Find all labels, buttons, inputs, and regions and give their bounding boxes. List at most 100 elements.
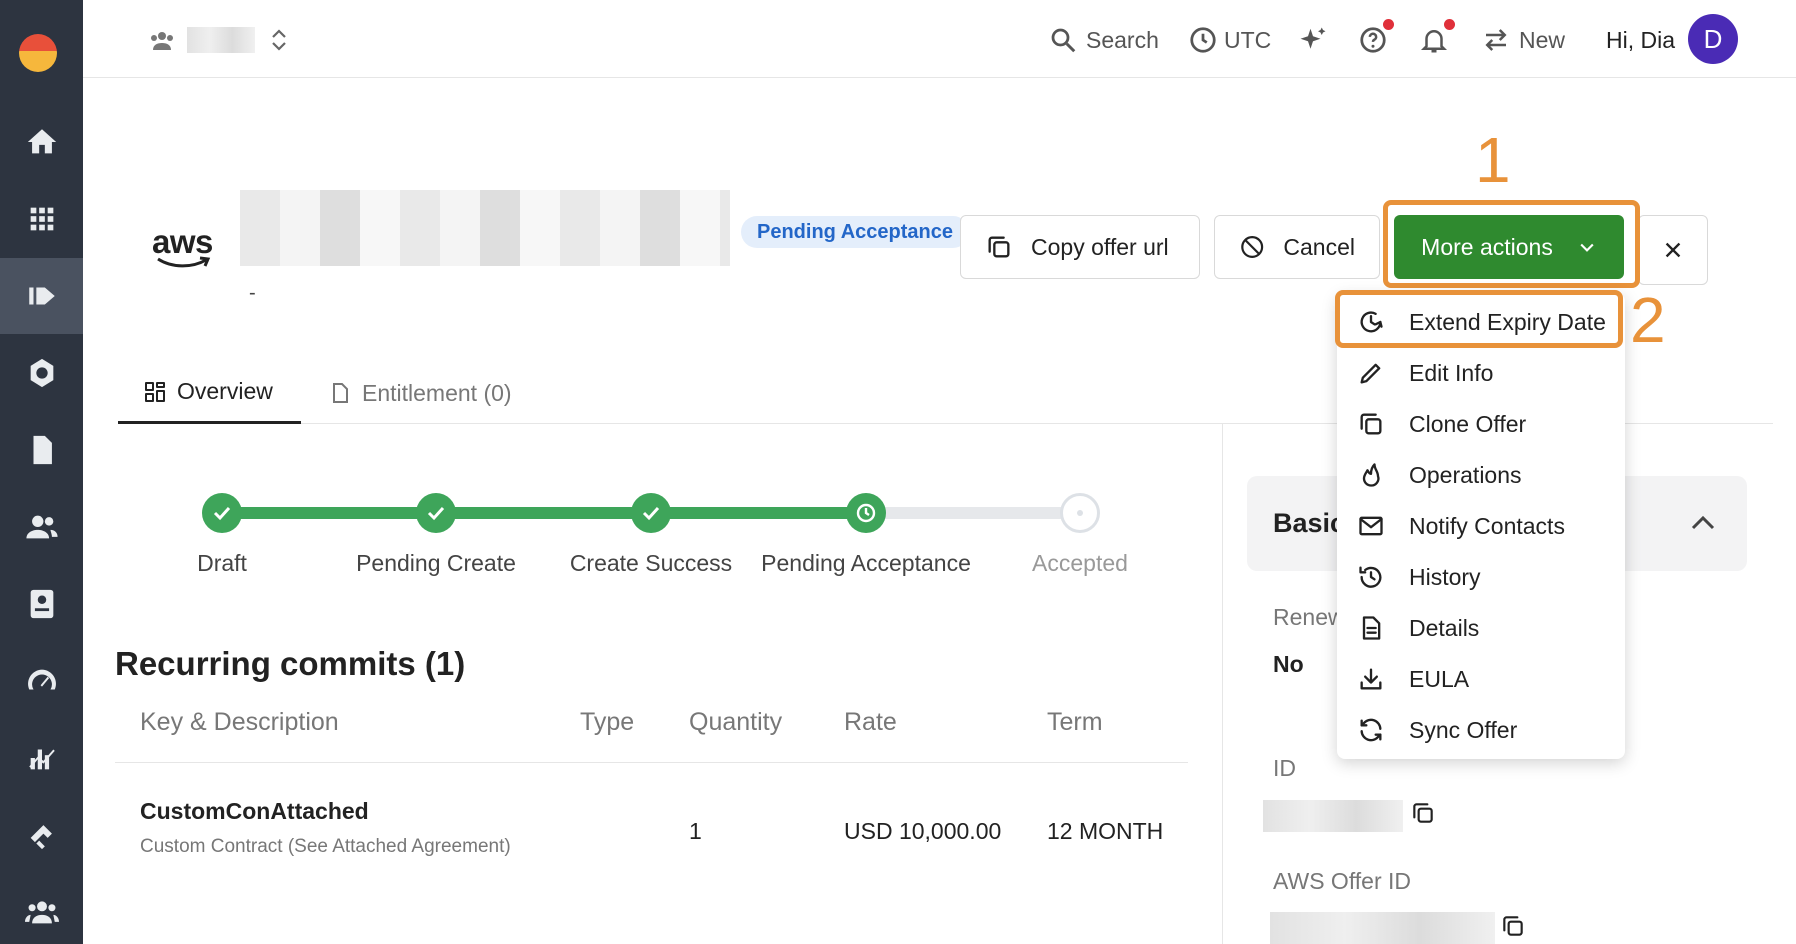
panel-divider (1222, 424, 1223, 944)
bell-icon (1420, 30, 1448, 53)
settings-icon[interactable] (0, 335, 83, 411)
copy-icon (1360, 413, 1382, 435)
new-button[interactable]: New (1481, 22, 1565, 58)
aws-offer-id-redacted (1270, 912, 1495, 944)
switch-arrows-icon (1485, 29, 1507, 51)
new-label: New (1519, 26, 1566, 53)
copy-id-icon[interactable] (1410, 800, 1436, 826)
menu-item-label: Sync Offer (1409, 716, 1518, 743)
annotation-box-2 (1335, 290, 1623, 348)
column-header: Key & Description (140, 708, 339, 736)
team-icon[interactable] (0, 874, 83, 944)
step-create-success (631, 493, 671, 533)
commit-term: 12 MONTH (1047, 818, 1164, 844)
id-value-redacted (1263, 800, 1403, 832)
tab-entitlement-label: Entitlement (0) (362, 379, 512, 406)
renew-value: No (1273, 651, 1304, 677)
copy-aws-offer-id-icon[interactable] (1500, 913, 1526, 939)
menu-item-details[interactable]: Details (1337, 603, 1625, 653)
column-header: Rate (844, 708, 897, 736)
id-label: ID (1273, 755, 1296, 781)
sidebar (0, 0, 83, 944)
user-greeting: Hi, Dia (1606, 22, 1675, 58)
menu-item-label: Clone Offer (1409, 410, 1527, 437)
annotation-number-1: 1 (1475, 124, 1511, 196)
menu-item-label: Edit Info (1409, 359, 1494, 386)
home-icon[interactable] (0, 104, 83, 180)
aws-smile-icon (157, 256, 211, 268)
grid-icon[interactable] (0, 181, 83, 257)
menu-item-history[interactable]: History (1337, 552, 1625, 602)
help-notification-dot (1383, 19, 1394, 30)
step-accepted (1060, 493, 1100, 533)
menu-item-clone-offer[interactable]: Clone Offer (1337, 399, 1625, 449)
progress-connector (880, 507, 1072, 519)
menu-item-edit-info[interactable]: Edit Info (1337, 348, 1625, 398)
offers-icon[interactable] (0, 258, 83, 334)
ai-sparkle-button[interactable] (1298, 22, 1328, 58)
search-button[interactable]: Search (1048, 22, 1159, 58)
progress-connector (666, 507, 858, 519)
offer-subtitle: - (249, 282, 256, 304)
top-bar: Search UTC New Hi, Dia D (83, 0, 1796, 78)
search-label: Search (1086, 26, 1159, 53)
app-logo[interactable] (19, 34, 57, 72)
pencil-icon (1360, 363, 1381, 384)
step-draft (202, 493, 242, 533)
timezone-label: UTC (1224, 26, 1272, 53)
commit-quantity: 1 (689, 818, 702, 844)
close-button[interactable] (1638, 215, 1708, 285)
menu-item-eula[interactable]: EULA (1337, 654, 1625, 704)
annotation-box-1 (1383, 200, 1640, 288)
column-header: Quantity (689, 708, 783, 736)
cancel-label: Cancel (1283, 233, 1355, 260)
clock-icon (856, 503, 876, 523)
step-label: Accepted (1032, 550, 1128, 576)
copy-offer-url-button[interactable]: Copy offer url (960, 215, 1200, 279)
progress-connector (452, 507, 644, 519)
analytics-icon[interactable] (0, 720, 83, 796)
chevron-up-icon[interactable] (1688, 508, 1718, 538)
step-pending-acceptance (846, 493, 886, 533)
commit-rate: USD 10,000.00 (844, 818, 1002, 844)
avatar[interactable]: D (1688, 14, 1738, 64)
progress-connector (240, 507, 432, 519)
step-label: Draft (197, 550, 247, 576)
contact-card-icon[interactable] (0, 566, 83, 642)
workspace-name-redacted (187, 27, 255, 53)
cancel-button[interactable]: Cancel (1214, 215, 1380, 279)
basic-title: Basic (1273, 508, 1346, 538)
check-icon (427, 506, 445, 521)
gauge-icon[interactable] (0, 643, 83, 719)
menu-item-operations[interactable]: Operations (1337, 450, 1625, 500)
menu-item-label: History (1409, 563, 1481, 590)
tab-entitlement[interactable]: Entitlement (0) (328, 362, 512, 424)
tab-overview[interactable]: Overview (118, 362, 301, 424)
check-icon (213, 506, 231, 521)
sync-icon (1360, 718, 1382, 742)
workspace-switcher[interactable] (147, 22, 289, 58)
greeting-text: Hi, Dia (1606, 26, 1676, 53)
menu-item-label: Operations (1409, 461, 1522, 488)
menu-item-sync-offer[interactable]: Sync Offer (1337, 705, 1625, 755)
document-icon[interactable] (0, 412, 83, 488)
users-icon[interactable] (0, 489, 83, 565)
close-icon (1665, 242, 1681, 258)
flame-icon (1362, 463, 1380, 487)
menu-item-label: EULA (1409, 665, 1470, 692)
history-icon (1359, 566, 1382, 588)
menu-item-notify-contacts[interactable]: Notify Contacts (1337, 501, 1625, 551)
timezone-button[interactable]: UTC (1188, 22, 1271, 58)
help-icon (1360, 27, 1386, 53)
clock-icon (1190, 27, 1216, 53)
step-label: Pending Create (356, 550, 516, 576)
offer-title-redacted (240, 190, 730, 266)
aws-offer-id-label: AWS Offer ID (1273, 868, 1412, 894)
dashboard-icon (145, 381, 165, 402)
file-icon (333, 383, 348, 403)
integrations-icon[interactable] (0, 797, 83, 873)
bell-notification-dot (1444, 19, 1455, 30)
sparkle-icon (1300, 27, 1326, 49)
document-icon (1362, 616, 1381, 640)
people-icon (151, 32, 173, 50)
